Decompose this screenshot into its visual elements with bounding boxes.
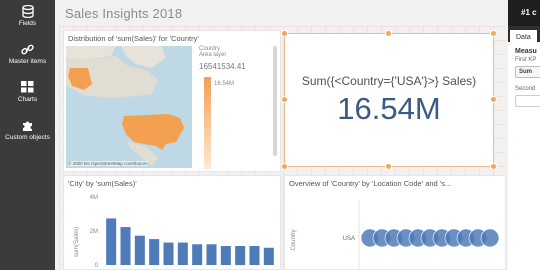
- legend-gradient: [204, 77, 211, 169]
- kpi-expression: Sum({<Country={'USA'}>} Sales): [301, 74, 477, 88]
- legend-layer: Area layer: [199, 52, 227, 58]
- sheet-title[interactable]: Sales Insights 2018: [65, 6, 182, 21]
- first-kpi-field[interactable]: Sum: [515, 66, 540, 78]
- rail-item-label: Charts: [17, 96, 38, 103]
- second-kpi-input[interactable]: [515, 95, 540, 107]
- bar[interactable]: [163, 242, 174, 265]
- rail-item-label: Custom objects: [5, 134, 50, 141]
- properties-panel: #1 c Data Measu First KP Sum Second: [508, 0, 540, 270]
- scatter-point[interactable]: [480, 228, 500, 248]
- resize-handle-top-left[interactable]: [281, 30, 288, 37]
- map-legend: Country Area layer 16541534.41: [199, 46, 246, 71]
- rail-item-master-items[interactable]: Master items: [0, 38, 55, 76]
- kpi-panel[interactable]: Sum({<Country={'USA'}>} Sales) 16.54M: [281, 30, 497, 170]
- scatter-title: Overview of 'Country' by 'Location Code'…: [289, 179, 452, 188]
- rail-item-label: Master items: [8, 58, 47, 65]
- rail-item-fields[interactable]: Fields: [0, 0, 55, 38]
- bar[interactable]: [120, 227, 131, 265]
- bar-chart[interactable]: sum(Sales) 4M 2M 0: [64, 190, 282, 270]
- first-kpi-label: First KP: [515, 57, 537, 63]
- charts-icon: [21, 80, 35, 94]
- bar[interactable]: [235, 246, 246, 265]
- rail-item-label: Fields: [18, 20, 37, 27]
- puzzle-icon: [21, 118, 35, 132]
- legend-tick: 16.54M: [214, 81, 235, 87]
- y-axis-label: sum(Sales): [74, 227, 80, 257]
- assets-rail: Fields Master items Charts Custom object…: [0, 0, 55, 270]
- resize-handle-top[interactable]: [385, 30, 392, 37]
- rail-item-custom-objects[interactable]: Custom objects: [0, 114, 55, 152]
- resize-handle-top-right[interactable]: [490, 30, 497, 37]
- sheet-canvas: Sales Insights 2018 Distribution of 'sum…: [55, 0, 508, 270]
- bar-chart-panel[interactable]: 'City' by 'sum(Sales)' sum(Sales) 4M 2M …: [63, 175, 281, 270]
- legend-max: 16541534.41: [199, 62, 246, 71]
- bar-chart-title: 'City' by 'sum(Sales)': [68, 179, 137, 188]
- panel-scrollbar[interactable]: [273, 46, 277, 156]
- rail-item-charts[interactable]: Charts: [0, 76, 55, 114]
- tab-data[interactable]: Data: [510, 30, 537, 46]
- map-panel[interactable]: Distribution of 'sum(Sales)' for 'Countr…: [63, 30, 281, 172]
- scatter-panel[interactable]: Overview of 'Country' by 'Location Code'…: [284, 175, 506, 270]
- resize-handle-right[interactable]: [490, 96, 497, 103]
- bar[interactable]: [220, 246, 231, 265]
- bar[interactable]: [206, 244, 217, 265]
- resize-handle-bottom-left[interactable]: [281, 163, 288, 170]
- y-tick-label: 2M: [90, 229, 98, 235]
- map-attribution: © 2000 km OpenStreetMap contributors: [68, 161, 148, 166]
- category-label: USA: [343, 236, 355, 242]
- resize-handle-bottom[interactable]: [385, 163, 392, 170]
- resize-handle-bottom-right[interactable]: [490, 163, 497, 170]
- kpi-value: 16.54M: [337, 91, 441, 126]
- second-kpi-label: Second: [515, 86, 536, 92]
- properties-tabbar: Data: [508, 26, 540, 46]
- link-icon: [21, 42, 35, 56]
- y-tick-label: 0: [95, 263, 99, 269]
- bar[interactable]: [106, 218, 117, 265]
- resize-handle-left[interactable]: [281, 96, 288, 103]
- y-tick-label: 4M: [90, 195, 98, 201]
- bar[interactable]: [263, 247, 274, 265]
- map-area[interactable]: © 2000 km OpenStreetMap contributors: [66, 46, 192, 168]
- bar[interactable]: [134, 235, 145, 265]
- bar[interactable]: [177, 242, 188, 265]
- properties-header: #1 c: [508, 0, 540, 26]
- y-axis-label: Country: [291, 229, 297, 250]
- measure-label: Measu: [515, 48, 537, 55]
- database-icon: [21, 4, 35, 18]
- bar[interactable]: [249, 246, 260, 265]
- bar[interactable]: [149, 239, 160, 265]
- scatter-chart[interactable]: Country USA: [285, 190, 507, 270]
- bar[interactable]: [192, 244, 203, 265]
- map-panel-title: Distribution of 'sum(Sales)' for 'Countr…: [68, 34, 199, 43]
- properties-body: Measu First KP Sum Second: [508, 42, 540, 107]
